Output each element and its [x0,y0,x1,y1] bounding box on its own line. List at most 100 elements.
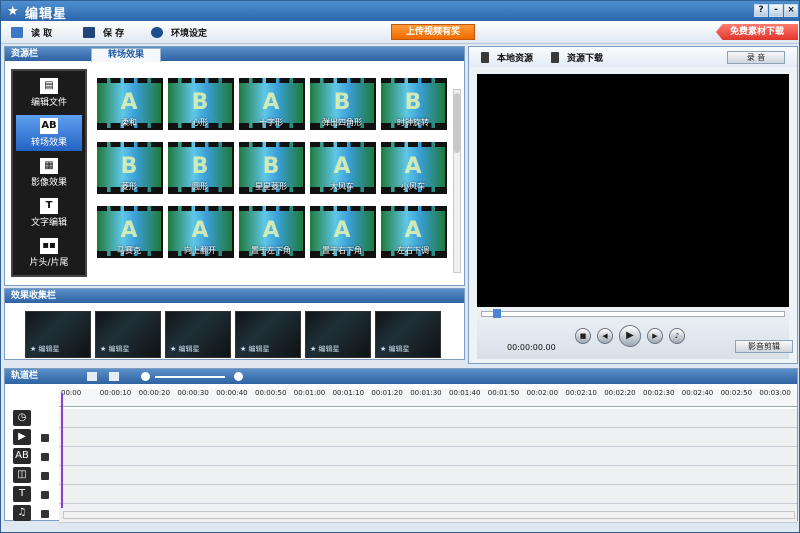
settings-label: 环境设定 [171,29,208,39]
effect-collection-panel: 效果收集栏 ★ 编辑星 ★ 编辑星 ★ 编辑星 ★ 编辑星 ★ 编辑星 ★ 编辑星 [4,288,465,360]
transition-icon[interactable]: AB [13,448,31,464]
time-display: 00:00:00.00 [507,343,556,352]
category-intro-outro[interactable]: ▪▪ 片头/片尾 [16,235,82,271]
transition-thumbnail[interactable]: A 马赛克 [97,206,163,258]
clock-icon[interactable]: ◷ [13,410,31,426]
lock-icon[interactable] [41,453,49,461]
transition-grid: A 柔和 B 心形 A 十字形 B 弹出四角形 B 时钟旋转 B 菱形 B 圆形 B 星星菱形 A 大风车 A 小风车… [97,78,447,278]
download-label: 资源下载 [567,54,604,64]
effect-slot[interactable]: ★ 编辑星 [375,311,441,358]
title-bar: ★ 编辑星 ? - × [1,1,799,22]
upload-arrow-icon [481,52,489,63]
tab-transition[interactable]: 转场效果 [91,48,161,62]
thumbnail-label: 十字形 [259,118,283,127]
tab-local-resource[interactable]: 本地资源 [481,50,533,65]
resource-panel: 资源栏 转场效果 ▤ 编辑文件 AB 转场效果 ▦ 影像效果 T 文字编辑 ▪▪ 片头/片… [4,46,465,286]
disk-icon [83,27,95,38]
zoom-in-icon[interactable] [234,372,243,381]
help-button[interactable]: ? [754,4,768,17]
track-header: 轨道栏 [5,369,797,384]
folder-icon[interactable] [87,372,97,381]
category-edit-file[interactable]: ▤ 编辑文件 [16,75,82,111]
thumbnail-label: 菱形 [121,182,137,191]
track-lane[interactable] [59,466,797,485]
lock-icon[interactable] [41,510,49,518]
transition-thumbnail[interactable]: A 大风车 [310,142,376,194]
category-label: 文字编辑 [30,218,67,228]
thumbnail-label: 大风车 [330,182,354,191]
track-panel: 轨道栏 00:00 00:00:10 00:00:20 00:00:30 00:00:4… [4,368,798,523]
transition-thumbnail[interactable]: B 圆形 [168,142,234,194]
stop-button[interactable]: ■ [575,328,591,344]
settings-button[interactable]: 环境设定 [151,25,207,40]
seek-handle-icon[interactable] [493,309,501,318]
prev-frame-button[interactable]: ◀ [597,328,613,344]
next-frame-button[interactable]: ▶ [647,328,663,344]
tab-resource-download[interactable]: 资源下载 [551,50,603,65]
toolbar: 读 取 保 存 环境设定 上传视频有奖 免费素材下载 [1,21,799,44]
effect-slot[interactable]: ★ 编辑星 [305,311,371,358]
play-button[interactable]: ▶ [619,325,641,347]
category-text-edit[interactable]: T 文字编辑 [16,195,82,231]
star-logo-icon: ★ [7,4,19,19]
effect-icon[interactable]: ◫ [13,467,31,483]
save-button[interactable]: 保 存 [83,25,124,40]
transition-thumbnail[interactable]: A 向上翻开 [168,206,234,258]
effect-slot-label: ★ 编辑星 [380,345,410,353]
lock-icon[interactable] [41,472,49,480]
transition-thumbnail[interactable]: A 十字形 [239,78,305,130]
category-bar: ▤ 编辑文件 AB 转场效果 ▦ 影像效果 T 文字编辑 ▪▪ 片头/片尾 [11,69,87,277]
volume-button[interactable]: ♪ [669,328,685,344]
track-lane[interactable] [59,409,797,428]
resource-header: 资源栏 [5,47,464,61]
minimize-button[interactable]: - [769,4,783,17]
upload-video-button[interactable]: 上传视频有奖 [391,24,475,40]
seek-bar[interactable] [481,311,785,317]
zoom-out-icon[interactable] [141,372,150,381]
playhead[interactable] [61,393,63,508]
category-video-effect[interactable]: ▦ 影像效果 [16,155,82,191]
free-download-button[interactable]: 免费素材下载 [716,24,798,40]
thumbnail-label: 心形 [192,118,208,127]
effect-slot[interactable]: ★ 编辑星 [25,311,91,358]
category-transition[interactable]: AB 转场效果 [16,115,82,151]
text-icon[interactable]: T [13,486,31,502]
open-button[interactable]: 读 取 [11,25,52,40]
transition-thumbnail[interactable]: A 置于左下角 [239,206,305,258]
close-button[interactable]: × [784,4,798,17]
transition-thumbnail[interactable]: B 时钟旋转 [381,78,447,130]
effect-slot[interactable]: ★ 编辑星 [95,311,161,358]
effect-slot[interactable]: ★ 编辑星 [165,311,231,358]
transition-thumbnail[interactable]: B 星星菱形 [239,142,305,194]
music-icon[interactable]: ♫ [13,505,31,521]
playback-controls: ■ ◀ ▶ ▶ ♪ 00:00:00.00 影音剪辑 [477,307,793,359]
track-lane[interactable] [59,428,797,447]
av-cut-button[interactable]: 影音剪辑 [735,340,793,353]
transition-thumbnail[interactable]: B 弹出四角形 [310,78,376,130]
scrollbar-thumb[interactable] [454,93,460,153]
transition-thumbnail[interactable]: A 小风车 [381,142,447,194]
effect-slot[interactable]: ★ 编辑星 [235,311,301,358]
app-window: ★ 编辑星 ? - × 读 取 保 存 环境设定 上传视频有奖 免费素材下载 资… [0,0,800,533]
transition-thumbnail[interactable]: A 左右下调 [381,206,447,258]
thumbnail-label: 向上翻开 [184,246,216,255]
video-icon[interactable]: ▶ [13,429,31,445]
track-lane[interactable] [59,447,797,466]
transition-thumbnail[interactable]: A 置于右下角 [310,206,376,258]
gear-icon [151,27,163,38]
record-button[interactable]: 录 音 [727,51,785,64]
film-icon: ▤ [40,78,58,94]
transition-thumbnail[interactable]: A 柔和 [97,78,163,130]
transition-thumbnail[interactable]: B 心形 [168,78,234,130]
ab-icon: AB [40,118,58,134]
horizontal-scrollbar[interactable] [63,511,795,519]
category-label: 编辑文件 [30,98,67,108]
zoom-slider[interactable] [155,376,225,378]
effect-slot-label: ★ 编辑星 [310,345,340,353]
save-icon[interactable] [109,372,119,381]
lock-icon[interactable] [41,434,49,442]
transition-thumbnail[interactable]: B 菱形 [97,142,163,194]
track-lane[interactable] [59,485,797,504]
lock-icon[interactable] [41,491,49,499]
blocks-icon: ▪▪ [40,238,58,254]
